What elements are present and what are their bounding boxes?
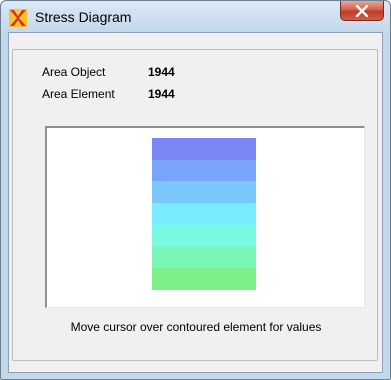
- hint-text: Move cursor over contoured element for v…: [70, 320, 322, 334]
- contour-band: [152, 268, 256, 291]
- window-title: Stress Diagram: [35, 9, 132, 25]
- title-bar[interactable]: Stress Diagram: [1, 1, 390, 33]
- area-element-label: Area Element: [42, 87, 115, 101]
- contour-band: [152, 246, 256, 269]
- contour-band: [152, 181, 256, 204]
- close-icon: [355, 4, 369, 17]
- contour-band: [152, 203, 256, 226]
- stress-group-box: Area Object 1944 Area Element 1944 Move …: [12, 49, 378, 361]
- area-object-value: 1944: [148, 65, 175, 79]
- stress-contour-plot[interactable]: [45, 126, 365, 308]
- area-element-value: 1944: [148, 87, 175, 101]
- contour-band: [152, 138, 256, 161]
- contoured-element[interactable]: [152, 138, 256, 291]
- contour-band: [152, 224, 256, 248]
- dialog-client-area: Area Object 1944 Area Element 1944 Move …: [8, 32, 383, 373]
- close-button[interactable]: [340, 1, 384, 21]
- stress-diagram-window: Stress Diagram Area Object 1944 Area Ele…: [0, 0, 391, 380]
- contour-band: [152, 159, 256, 182]
- sap-logo-icon: [9, 9, 27, 27]
- area-object-label: Area Object: [42, 65, 106, 79]
